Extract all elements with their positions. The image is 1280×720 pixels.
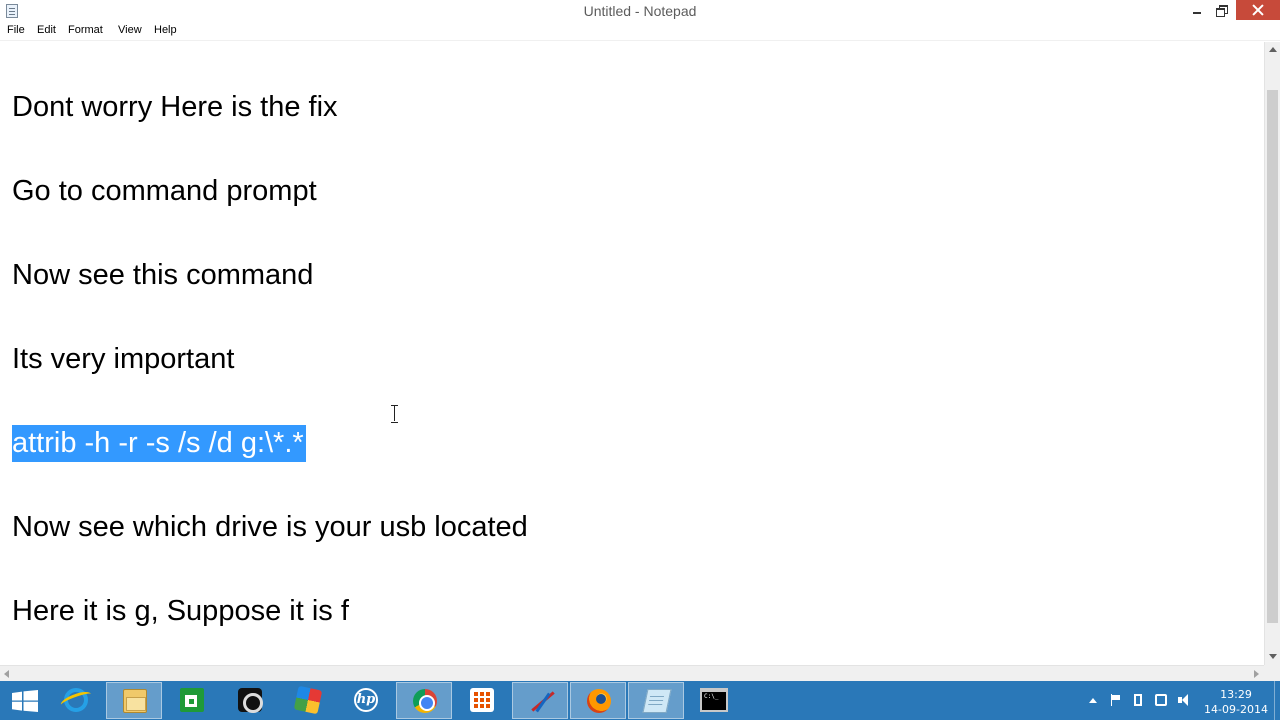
- menu-edit[interactable]: Edit: [37, 24, 56, 36]
- taskbar-command-prompt[interactable]: [686, 682, 742, 719]
- firefox-icon: [587, 689, 611, 713]
- horizontal-scrollbar[interactable]: [0, 665, 1264, 681]
- picasa-icon: [293, 685, 323, 715]
- command-prompt-icon: [700, 688, 728, 712]
- taskbar-hp[interactable]: hp: [338, 682, 394, 719]
- menu-format[interactable]: Format: [68, 24, 103, 36]
- scrollbar-corner: [1264, 665, 1280, 681]
- scroll-up-arrow-icon[interactable]: [1269, 47, 1277, 52]
- taskbar-store[interactable]: [164, 682, 220, 719]
- text-line: Dont worry Here is the fix: [12, 91, 338, 123]
- show-desktop-button[interactable]: [1274, 681, 1280, 720]
- text-line: Now see which drive is your usb located: [12, 511, 528, 543]
- minimize-button[interactable]: [1184, 0, 1210, 20]
- taskbar-picasa[interactable]: [280, 682, 336, 719]
- camera-icon: [238, 688, 263, 713]
- text-line: Here it is g, Suppose it is f: [12, 595, 349, 627]
- taskbar-chrome[interactable]: [396, 682, 452, 719]
- restore-button[interactable]: [1210, 0, 1236, 20]
- text-cursor-icon: [391, 405, 399, 423]
- close-button[interactable]: [1236, 0, 1280, 20]
- clock-date[interactable]: 14-09-2014: [1203, 703, 1269, 716]
- chrome-icon: [413, 689, 437, 713]
- taskbar-firefox[interactable]: [570, 682, 626, 719]
- scroll-left-arrow-icon[interactable]: [4, 670, 9, 678]
- hp-icon: hp: [354, 688, 378, 712]
- taskbar-apps[interactable]: [454, 682, 510, 719]
- taskbar-internet-explorer[interactable]: [48, 682, 104, 719]
- text-line: Its very important: [12, 343, 235, 375]
- text-selection[interactable]: attrib -h -r -s /s /d g:\*.*: [12, 425, 306, 462]
- graph-icon: [529, 689, 553, 713]
- vertical-scroll-thumb[interactable]: [1267, 90, 1278, 623]
- action-center-flag-icon[interactable]: [1110, 694, 1122, 706]
- notepad-icon: [642, 689, 672, 713]
- battery-icon[interactable]: [1134, 694, 1142, 706]
- text-editor[interactable]: Dont worry Here is the fix Go to command…: [0, 42, 1264, 665]
- text-line: Go to command prompt: [12, 175, 317, 207]
- network-icon[interactable]: [1155, 694, 1167, 706]
- vertical-scrollbar[interactable]: [1264, 42, 1280, 665]
- taskbar-file-explorer[interactable]: [106, 682, 162, 719]
- menu-view[interactable]: View: [118, 24, 142, 36]
- internet-explorer-icon: [64, 688, 88, 712]
- clock-time[interactable]: 13:29: [1206, 688, 1266, 701]
- menu-help[interactable]: Help: [154, 24, 177, 36]
- menu-bar: File Edit Format View Help: [0, 22, 1280, 41]
- show-hidden-icons-chevron-icon[interactable]: [1089, 698, 1097, 703]
- store-icon: [180, 688, 204, 712]
- taskbar-notepad[interactable]: [628, 682, 684, 719]
- taskbar-graph[interactable]: [512, 682, 568, 719]
- taskbar: hp 13:29 14-09-2014: [0, 681, 1280, 720]
- volume-icon[interactable]: [1178, 694, 1190, 706]
- text-line: Now see this command: [12, 259, 314, 291]
- menu-file[interactable]: File: [7, 24, 25, 36]
- taskbar-camera[interactable]: [222, 682, 278, 719]
- selected-text-line: attrib -h -r -s /s /d g:\*.*: [12, 424, 306, 462]
- scroll-down-arrow-icon[interactable]: [1269, 654, 1277, 659]
- window-title: Untitled - Notepad: [583, 3, 697, 19]
- windows-logo-icon: [12, 690, 38, 712]
- scroll-right-arrow-icon[interactable]: [1254, 670, 1259, 678]
- folder-icon: [123, 689, 147, 713]
- apps-grid-icon: [470, 688, 494, 712]
- title-bar[interactable]: Untitled - Notepad: [0, 0, 1280, 22]
